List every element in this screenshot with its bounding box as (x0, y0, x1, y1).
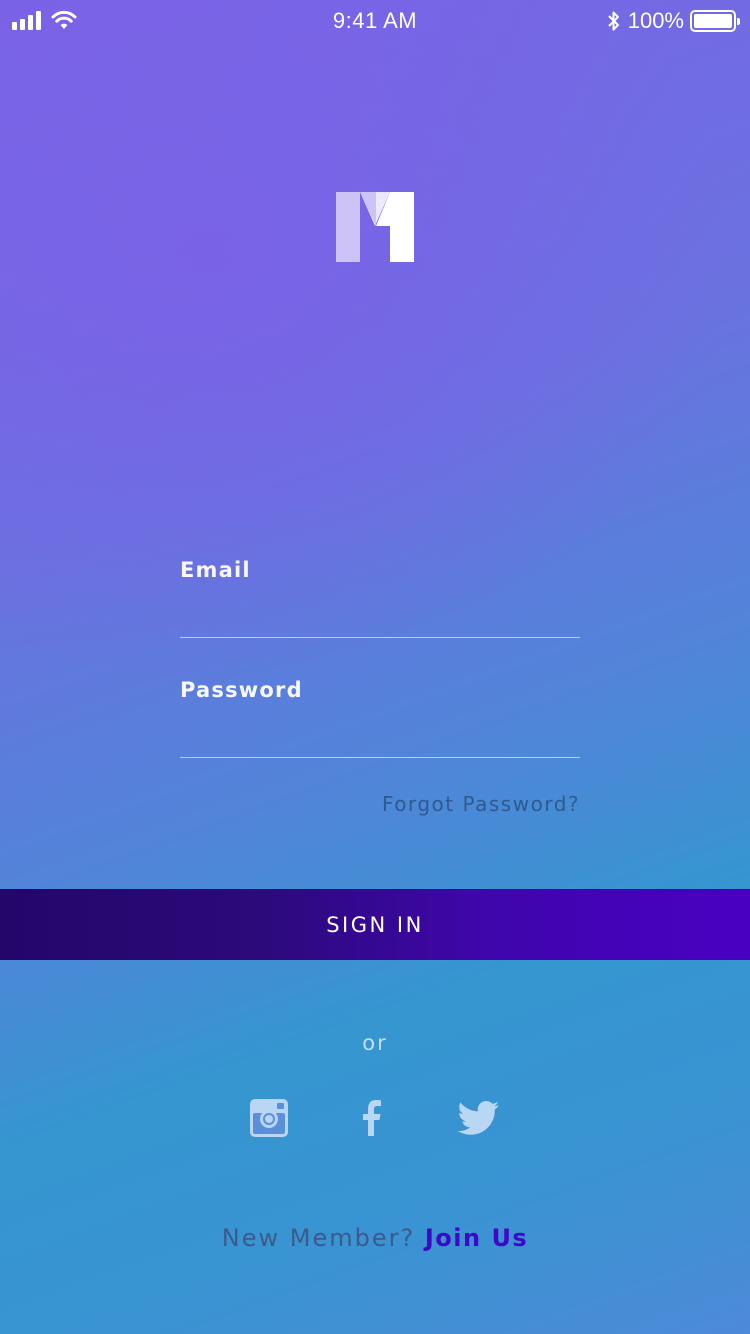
password-input[interactable] (180, 710, 580, 758)
email-label: Email (180, 558, 251, 582)
or-divider: or (362, 1031, 388, 1055)
instagram-icon (250, 1099, 288, 1137)
bluetooth-icon (608, 11, 619, 31)
status-bar: 9:41 AM 100% (0, 0, 750, 40)
facebook-button[interactable] (352, 1098, 392, 1138)
email-input[interactable] (180, 590, 580, 638)
password-label: Password (180, 678, 303, 702)
status-right: 100% (606, 8, 740, 34)
twitter-button[interactable] (456, 1098, 502, 1138)
password-field-group: Password (180, 678, 580, 758)
m-logo (336, 192, 414, 262)
sign-in-button[interactable]: SIGN IN (0, 889, 750, 960)
facebook-icon (363, 1100, 381, 1136)
signup-prompt: New Member? Join Us (0, 1224, 750, 1252)
battery-icon (690, 10, 740, 32)
forgot-password-link[interactable]: Forgot Password? (382, 792, 580, 816)
instagram-button[interactable] (249, 1098, 289, 1138)
twitter-icon (458, 1101, 499, 1135)
new-member-text: New Member? (221, 1224, 416, 1252)
email-field-group: Email (180, 558, 580, 638)
battery-percent: 100% (627, 8, 684, 33)
join-us-link[interactable]: Join Us (425, 1224, 528, 1252)
